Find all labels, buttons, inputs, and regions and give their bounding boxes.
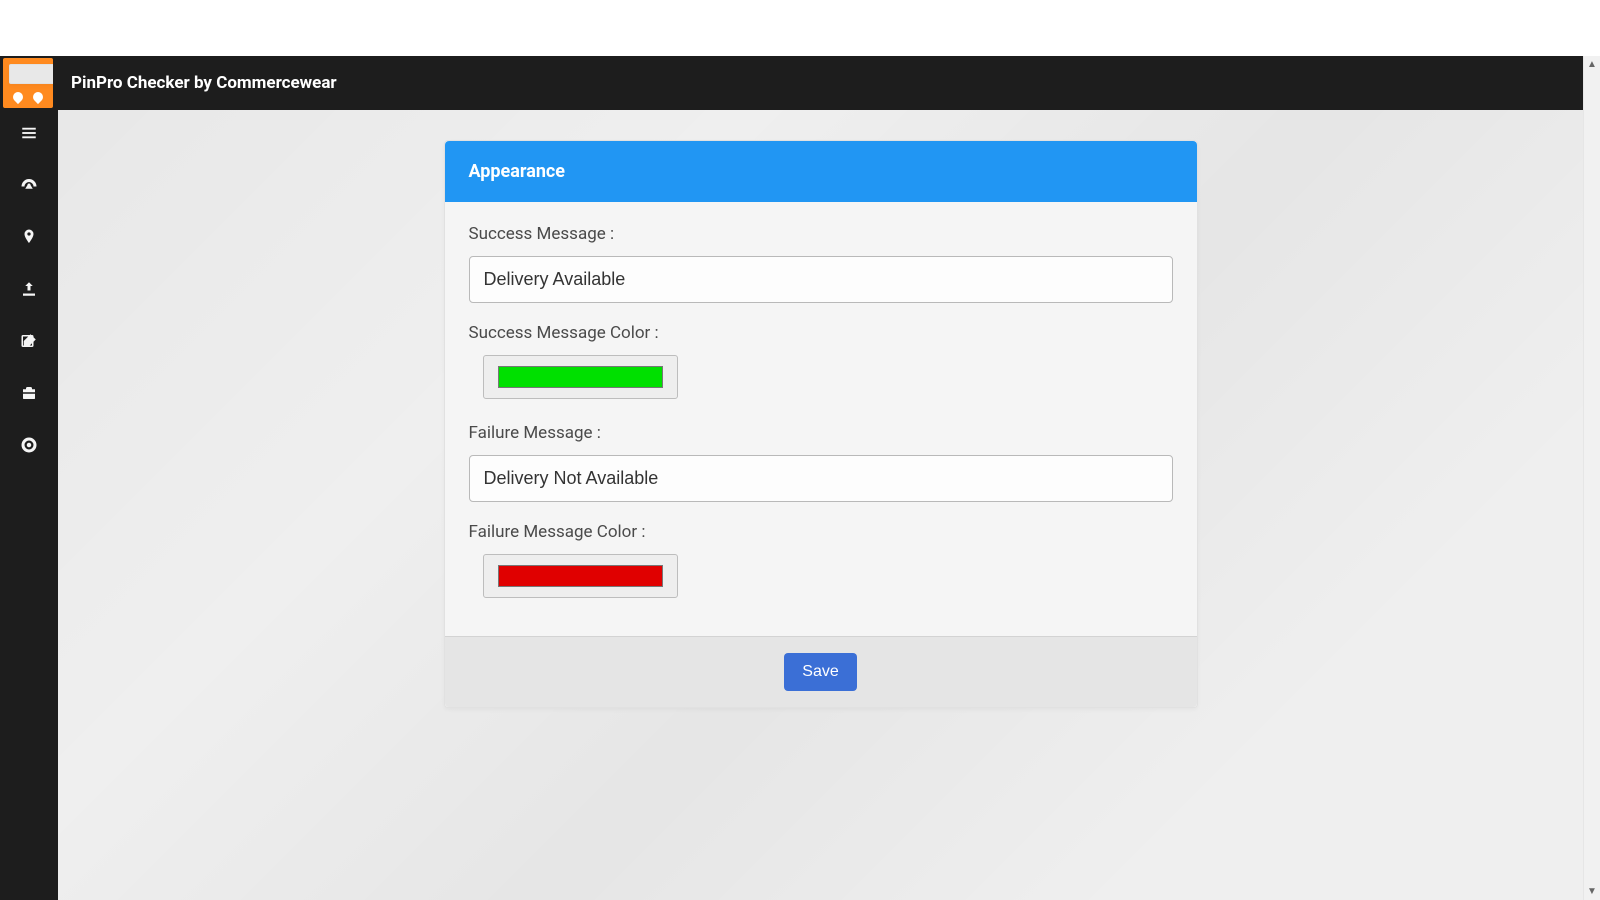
success-message-input[interactable] [469, 256, 1173, 303]
sidebar [0, 110, 58, 900]
spacer [58, 708, 1583, 748]
success-message-group: Success Message : [469, 224, 1173, 303]
vertical-scrollbar[interactable]: ▲ ▼ [1583, 56, 1600, 900]
failure-color-swatch [498, 565, 663, 587]
lifebuoy-icon [20, 436, 38, 454]
content-area: Appearance Success Message : Success Mes… [58, 110, 1583, 900]
failure-color-label: Failure Message Color : [469, 522, 1173, 542]
success-color-swatch [498, 366, 663, 388]
card-footer: Save [445, 636, 1197, 707]
failure-color-group: Failure Message Color : [469, 522, 1173, 602]
card-body: Success Message : Success Message Color … [445, 202, 1197, 636]
scroll-down-icon[interactable]: ▼ [1584, 883, 1600, 900]
sidebar-item-menu[interactable] [0, 124, 58, 142]
success-color-group: Success Message Color : [469, 323, 1173, 403]
briefcase-icon [20, 384, 38, 402]
sidebar-item-edit[interactable] [0, 332, 58, 350]
failure-message-label: Failure Message : [469, 423, 1173, 443]
card-title: Appearance [445, 141, 1197, 202]
sidebar-item-toolbox[interactable] [0, 384, 58, 402]
top-bar: PinPro Checker by Commercewear [0, 56, 1583, 110]
failure-message-group: Failure Message : [469, 423, 1173, 502]
upload-icon [20, 280, 38, 298]
scroll-up-icon[interactable]: ▲ [1584, 56, 1600, 73]
success-message-label: Success Message : [469, 224, 1173, 244]
success-color-picker[interactable] [483, 355, 678, 399]
sidebar-item-support[interactable] [0, 436, 58, 454]
save-button[interactable]: Save [784, 653, 856, 691]
sidebar-item-dashboard[interactable] [0, 176, 58, 194]
app-logo [3, 58, 53, 108]
app-title: PinPro Checker by Commercewear [71, 73, 337, 93]
pin-icon [20, 228, 38, 246]
sidebar-item-locations[interactable] [0, 228, 58, 246]
failure-color-picker[interactable] [483, 554, 678, 598]
gauge-icon [20, 176, 38, 194]
failure-message-input[interactable] [469, 455, 1173, 502]
appearance-card: Appearance Success Message : Success Mes… [444, 140, 1198, 708]
edit-icon [20, 332, 38, 350]
success-color-label: Success Message Color : [469, 323, 1173, 343]
sidebar-item-upload[interactable] [0, 280, 58, 298]
bars-icon [20, 124, 38, 142]
